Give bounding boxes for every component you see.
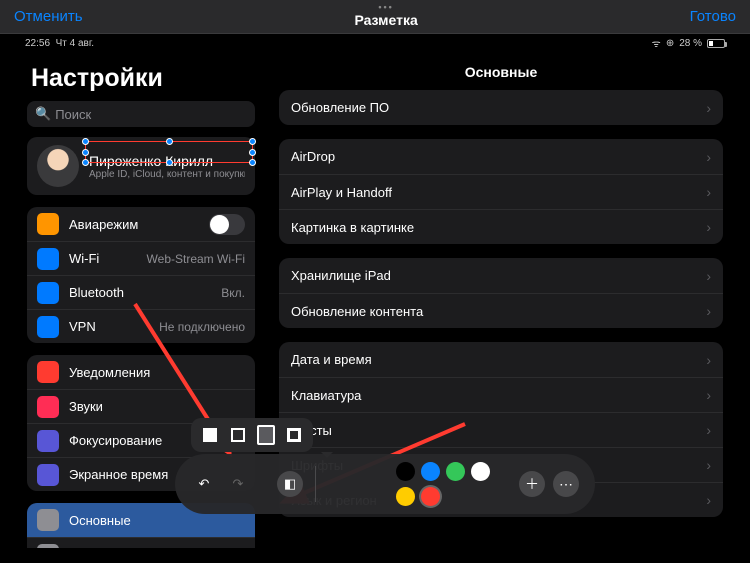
- bluetooth-icon: [37, 282, 59, 304]
- toggle[interactable]: [209, 214, 245, 235]
- detail-row-label: AirPlay и Handoff: [291, 185, 392, 200]
- profile-subtitle: Apple ID, iCloud, контент и покупки: [89, 169, 245, 180]
- row-label: Авиарежим: [69, 217, 199, 232]
- sidebar-item-пункт-управления[interactable]: Пункт управления: [27, 537, 255, 548]
- chevron-right-icon: ›: [706, 352, 711, 368]
- sliders-icon: [37, 544, 59, 549]
- detail-row-label: Обновление ПО: [291, 100, 389, 115]
- title-text: Разметка: [354, 12, 417, 28]
- detail-row-label: Дата и время: [291, 352, 372, 367]
- avatar: [37, 145, 79, 187]
- sidebar-item-авиарежим[interactable]: Авиарежим: [27, 207, 255, 241]
- chevron-right-icon: ›: [706, 492, 711, 508]
- color-yellow[interactable]: [396, 487, 415, 506]
- shape-picker[interactable]: [191, 418, 313, 452]
- color-red[interactable]: [421, 487, 440, 506]
- color-black[interactable]: [396, 462, 415, 481]
- row-label: Wi-Fi: [69, 251, 137, 266]
- chevron-right-icon: ›: [706, 387, 711, 403]
- hourglass-icon: [37, 464, 59, 486]
- markup-toolbar: ↶ ↷ ◧ ＋ ⋯: [175, 454, 595, 514]
- redo-button: ↷: [225, 471, 251, 497]
- detail-row-label: Обновление контента: [291, 304, 423, 319]
- annotation-arrow-1: [135, 304, 275, 479]
- grabber-icon: •••: [354, 5, 417, 10]
- speaker-icon: [37, 396, 59, 418]
- detail-title: Основные: [279, 52, 723, 90]
- add-button[interactable]: ＋: [519, 471, 545, 497]
- detail-row-airdrop[interactable]: AirDrop ›: [279, 139, 723, 174]
- title: ••• Разметка: [354, 5, 417, 28]
- wifi-icon: [37, 248, 59, 270]
- status-time: 22:56 Чт 4 авг.: [25, 38, 94, 49]
- cancel-button[interactable]: Отменить: [14, 8, 83, 25]
- shape-square-thick[interactable]: [285, 426, 303, 444]
- row-label: Пункт управления: [69, 547, 245, 548]
- moon-icon: [37, 430, 59, 452]
- screenshot-canvas[interactable]: 22:56 Чт 4 авг. ᯤ ⊕ 28 % Настройки 🔍 Пои…: [15, 34, 735, 548]
- settings-heading: Настройки: [31, 64, 255, 93]
- row-label: Основные: [69, 513, 245, 528]
- detail-row-label: Хранилище iPad: [291, 268, 391, 283]
- chevron-right-icon: ›: [706, 422, 711, 438]
- color-palette: [396, 462, 511, 506]
- detail-row-label: Картинка в картинке: [291, 220, 414, 235]
- detail-row-обновление-по[interactable]: Обновление ПО ›: [279, 90, 723, 125]
- gear-icon: [37, 509, 59, 531]
- detail-row-label: AirDrop: [291, 149, 335, 164]
- airplane-icon: [37, 213, 59, 235]
- shape-square-rounded[interactable]: [257, 426, 275, 444]
- chevron-right-icon: ›: [706, 457, 711, 473]
- color-white[interactable]: [471, 462, 490, 481]
- markup-selection-rect[interactable]: [85, 141, 253, 163]
- detail-row-обновление-контента[interactable]: Обновление контента ›: [279, 293, 723, 328]
- detail-row-label: Клавиатура: [291, 388, 361, 403]
- row-label: Bluetooth: [69, 285, 211, 300]
- sidebar-item-wi-fi[interactable]: Wi-Fi Web-Stream Wi-Fi: [27, 241, 255, 275]
- search-placeholder: Поиск: [55, 107, 91, 122]
- wifi-icon: ᯤ: [652, 36, 661, 50]
- chevron-right-icon: ›: [706, 149, 711, 165]
- shape-square-filled[interactable]: [201, 426, 219, 444]
- search-icon: 🔍: [35, 106, 51, 122]
- row-value: Вкл.: [221, 286, 245, 300]
- detail-row-airplay-и-handoff[interactable]: AirPlay и Handoff ›: [279, 174, 723, 209]
- vpn-icon: [37, 316, 59, 338]
- chevron-right-icon: ›: [706, 219, 711, 235]
- chevron-right-icon: ›: [706, 100, 711, 116]
- detail-row-хранилище-ipad[interactable]: Хранилище iPad ›: [279, 258, 723, 293]
- detail-row-дата-и-время[interactable]: Дата и время ›: [279, 342, 723, 377]
- shapes-button[interactable]: ◧: [277, 471, 303, 497]
- chevron-right-icon: ›: [706, 268, 711, 284]
- color-blue[interactable]: [421, 462, 440, 481]
- done-button[interactable]: Готово: [690, 8, 736, 25]
- shape-square-outline[interactable]: [229, 426, 247, 444]
- more-button[interactable]: ⋯: [553, 471, 579, 497]
- undo-button[interactable]: ↶: [191, 471, 217, 497]
- status-right: ᯤ ⊕ 28 %: [652, 36, 725, 50]
- detail-row-картинка-в-картинке[interactable]: Картинка в картинке ›: [279, 209, 723, 244]
- row-value: Web-Stream Wi-Fi: [147, 252, 245, 266]
- bell-icon: [37, 361, 59, 383]
- battery-icon: [707, 39, 725, 48]
- color-green[interactable]: [446, 462, 465, 481]
- chevron-right-icon: ›: [706, 303, 711, 319]
- chevron-right-icon: ›: [706, 184, 711, 200]
- detail-row-клавиатура[interactable]: Клавиатура ›: [279, 377, 723, 412]
- profile-row[interactable]: Пироженко Кирилл Apple ID, iCloud, конте…: [27, 137, 255, 195]
- search-input[interactable]: 🔍 Поиск: [27, 101, 255, 127]
